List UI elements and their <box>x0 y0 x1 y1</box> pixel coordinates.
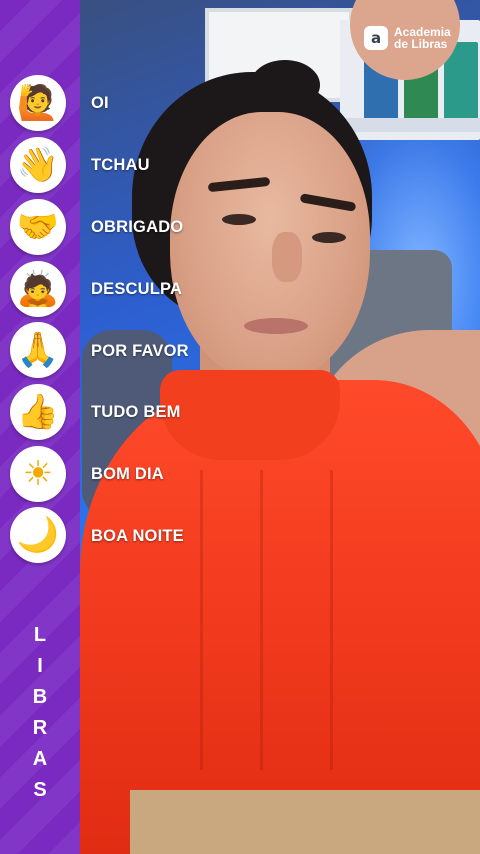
title-letter: L <box>33 624 47 646</box>
emoji-glyph: 🌙 <box>16 515 60 555</box>
raising-hand-icon: 🙋 <box>10 75 66 131</box>
emoji-glyph: 👋 <box>16 145 60 185</box>
shelf-board <box>340 118 480 132</box>
emoji-glyph: 🙏 <box>16 330 60 370</box>
academia-de-libras-logo: a Academia de Libras <box>364 26 451 50</box>
eye-right <box>312 232 346 243</box>
sign-label-tchau: TCHAU <box>91 156 150 174</box>
folded-hands-icon: 🙏 <box>10 322 66 378</box>
emoji-glyph: 👍 <box>16 392 60 432</box>
fabric-fold <box>260 470 263 770</box>
sign-label-oi: OI <box>91 94 109 112</box>
lips <box>244 318 308 334</box>
sign-label-boa-noite: BOA NOITE <box>91 527 184 545</box>
title-letter: I <box>37 655 43 677</box>
halter-collar <box>160 370 340 460</box>
title-letter: A <box>32 748 48 770</box>
bowing-person-icon: 🙇 <box>10 261 66 317</box>
fabric-fold <box>330 470 333 770</box>
logo-text: Academia de Libras <box>394 26 451 50</box>
sign-label-bom-dia: BOM DIA <box>91 465 164 483</box>
sign-label-tudo-bem: TUDO BEM <box>91 403 181 421</box>
sign-label-obrigado: OBRIGADO <box>91 218 184 236</box>
emoji-glyph: 🤝 <box>16 207 60 247</box>
title-letter: S <box>33 779 47 801</box>
waving-hand-icon: 👋 <box>10 137 66 193</box>
emoji-glyph: ☀ <box>22 454 54 494</box>
nose <box>272 232 302 282</box>
crescent-moon-icon: 🌙 <box>10 507 66 563</box>
waistband <box>130 790 480 854</box>
sign-label-desculpa: DESCULPA <box>91 280 183 298</box>
logo-line-2: de Libras <box>394 37 448 51</box>
title-letter: B <box>32 686 48 708</box>
eye-left <box>222 214 256 225</box>
logo-mark-icon: a <box>364 26 388 50</box>
face <box>170 112 370 382</box>
title-letter: R <box>32 717 48 739</box>
fabric-fold <box>200 470 203 770</box>
thumbs-up-icon: 👍 <box>10 384 66 440</box>
emoji-glyph: 🙇 <box>16 269 60 309</box>
sun-icon: ☀ <box>10 446 66 502</box>
hair-bun <box>250 60 320 110</box>
handshake-icon: 🤝 <box>10 199 66 255</box>
libras-vertical-title: L I B R A S <box>26 620 54 806</box>
emoji-glyph: 🙋 <box>16 83 60 123</box>
sign-label-por-favor: POR FAVOR <box>91 342 189 360</box>
